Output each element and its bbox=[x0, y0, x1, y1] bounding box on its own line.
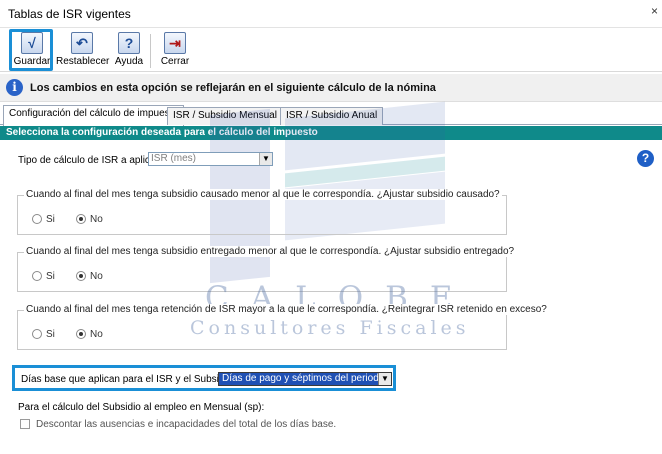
section-title: Selecciona la configuración deseada para… bbox=[0, 126, 662, 140]
dias-base-value: Días de pago y séptimos del periodo bbox=[222, 373, 385, 384]
close-icon[interactable]: × bbox=[651, 4, 658, 18]
exit-icon: ⇥ bbox=[164, 32, 186, 54]
group-legend: Cuando al final del mes tenga subsidio e… bbox=[24, 246, 517, 257]
radio-label: Si bbox=[46, 329, 55, 340]
descontar-checkbox[interactable]: Descontar las ausencias e incapacidades … bbox=[20, 419, 336, 430]
radio-dot bbox=[32, 214, 42, 224]
window-title: Tablas de ISR vigentes bbox=[8, 7, 131, 21]
group-subsidio-causado: Cuando al final del mes tenga subsidio c… bbox=[17, 189, 507, 235]
help-icon: ? bbox=[118, 32, 140, 54]
dias-base-select[interactable]: Días de pago y séptimos del periodo ▼ bbox=[218, 372, 392, 386]
descontar-label: Descontar las ausencias e incapacidades … bbox=[36, 419, 337, 430]
tab-isr-anual[interactable]: ISR / Subsidio Anual bbox=[280, 107, 384, 125]
group-reintegrar-isr: Cuando al final del mes tenga retención … bbox=[17, 304, 549, 350]
radio-dot-selected bbox=[76, 214, 86, 224]
info-message: Los cambios en esta opción se reflejarán… bbox=[30, 82, 436, 94]
radio-si[interactable]: Si bbox=[32, 329, 55, 340]
radio-label: No bbox=[90, 271, 103, 282]
title-bar: Tablas de ISR vigentes × bbox=[0, 0, 662, 28]
group-legend: Cuando al final del mes tenga subsidio c… bbox=[24, 189, 502, 200]
info-icon: i bbox=[6, 79, 23, 96]
ayuda-label: Ayuda bbox=[114, 56, 144, 67]
radio-label: No bbox=[90, 329, 103, 340]
restablecer-label: Restablecer bbox=[56, 56, 110, 67]
toolbar-separator bbox=[150, 34, 151, 68]
ayuda-button[interactable]: ? Ayuda bbox=[112, 32, 146, 70]
cerrar-button[interactable]: ⇥ Cerrar bbox=[157, 32, 193, 70]
radio-label: Si bbox=[46, 214, 55, 225]
tipo-calculo-select[interactable]: ISR (mes) ▼ bbox=[148, 152, 273, 166]
undo-icon: ↶ bbox=[71, 32, 93, 54]
radio-dot bbox=[32, 329, 42, 339]
tipo-calculo-label: Tipo de cálculo de ISR a aplicar: bbox=[18, 155, 162, 166]
watermark-stripe bbox=[285, 156, 445, 188]
tab-strip: Configuración del cálculo de impuesto IS… bbox=[0, 105, 662, 126]
radio-label: No bbox=[90, 214, 103, 225]
dias-base-label: Días base que aplican para el ISR y el S… bbox=[21, 374, 236, 385]
restablecer-button[interactable]: ↶ Restablecer bbox=[56, 32, 110, 70]
radio-si[interactable]: Si bbox=[32, 271, 55, 282]
radio-dot-selected bbox=[76, 329, 86, 339]
radio-dot-selected bbox=[76, 271, 86, 281]
radio-no[interactable]: No bbox=[76, 329, 103, 340]
radio-si[interactable]: Si bbox=[32, 214, 55, 225]
tab-configuracion[interactable]: Configuración del cálculo de impuesto bbox=[3, 105, 184, 126]
tab-isr-mensual[interactable]: ISR / Subsidio Mensual bbox=[167, 107, 283, 125]
subsidio-mensual-label: Para el cálculo del Subsidio al empleo e… bbox=[18, 402, 265, 413]
cerrar-label: Cerrar bbox=[160, 56, 190, 67]
tipo-calculo-value: ISR (mes) bbox=[151, 153, 196, 164]
group-legend: Cuando al final del mes tenga retención … bbox=[24, 304, 549, 315]
radio-no[interactable]: No bbox=[76, 214, 103, 225]
help-icon[interactable]: ? bbox=[637, 150, 654, 167]
info-bar: i Los cambios en esta opción se reflejar… bbox=[0, 74, 662, 102]
toolbar: √ Guardar ↶ Restablecer ? Ayuda ⇥ Cerrar bbox=[0, 28, 662, 72]
checkbox-box[interactable] bbox=[20, 419, 30, 429]
radio-label: Si bbox=[46, 271, 55, 282]
guardar-highlight bbox=[9, 29, 53, 71]
group-subsidio-entregado: Cuando al final del mes tenga subsidio e… bbox=[17, 246, 517, 292]
radio-no[interactable]: No bbox=[76, 271, 103, 282]
dias-base-highlight: Días base que aplican para el ISR y el S… bbox=[12, 365, 396, 391]
chevron-down-icon[interactable]: ▼ bbox=[378, 373, 391, 385]
radio-dot bbox=[32, 271, 42, 281]
chevron-down-icon[interactable]: ▼ bbox=[259, 153, 272, 165]
